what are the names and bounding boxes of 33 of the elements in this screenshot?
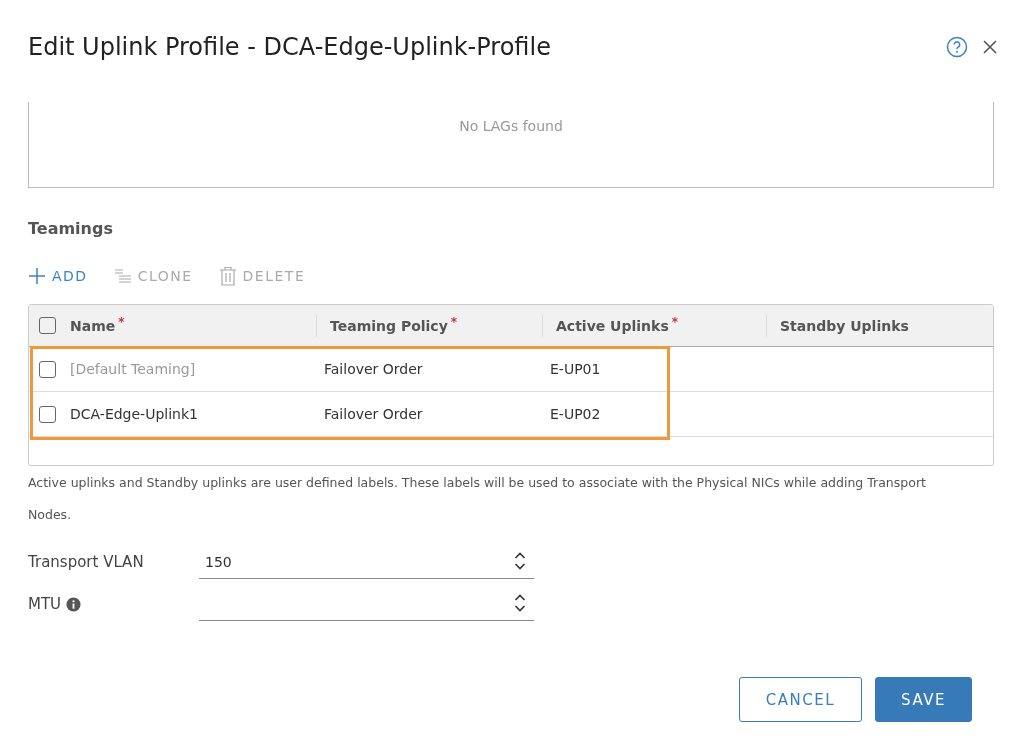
save-button[interactable]: SAVE <box>875 677 972 722</box>
close-icon[interactable] <box>982 39 998 55</box>
number-field[interactable]: 150 <box>199 545 534 579</box>
column-header: Name <box>70 317 116 334</box>
table-cell: Failover Order <box>324 406 423 422</box>
table-cell: E-UP02 <box>550 406 601 422</box>
required-mark: * <box>118 314 125 329</box>
section-heading: Teamings <box>28 219 114 238</box>
column-header: Standby Uplinks <box>780 317 909 334</box>
empty-message: No LAGs found <box>459 118 563 136</box>
dialog-title: Edit Uplink Profile - DCA-Edge-Uplink-Profile <box>28 33 551 61</box>
required-mark: * <box>671 314 678 329</box>
table-cell: E-UP01 <box>550 361 601 377</box>
spinner-icon[interactable] <box>514 551 526 571</box>
info-icon[interactable] <box>66 596 82 612</box>
trash-icon <box>218 266 237 286</box>
cancel-button[interactable]: CANCEL <box>739 677 862 722</box>
table-cell: [Default Teaming] <box>70 361 196 377</box>
help-icon[interactable] <box>946 36 968 58</box>
help-text: Active uplinks and Standby uplinks are user defined labels. These labels will be used to associate with the Physical NICs while adding Transport Nodes. <box>28 474 927 524</box>
column-header: Teaming Policy <box>330 317 448 334</box>
lines-icon <box>113 267 132 285</box>
select-all-checkbox[interactable] <box>39 317 56 334</box>
table-cell: DCA-Edge-Uplink1 <box>70 406 198 422</box>
spinner-icon[interactable] <box>514 593 526 613</box>
add-button[interactable]: ADD <box>28 267 88 285</box>
field-label: Transport VLAN <box>28 553 144 571</box>
row-checkbox[interactable] <box>39 405 56 423</box>
field-label: MTU <box>28 595 62 613</box>
required-mark: * <box>450 314 458 329</box>
plus-icon <box>28 267 46 285</box>
table-cell: Failover Order <box>324 361 423 377</box>
column-header: Active Uplinks <box>556 317 669 334</box>
